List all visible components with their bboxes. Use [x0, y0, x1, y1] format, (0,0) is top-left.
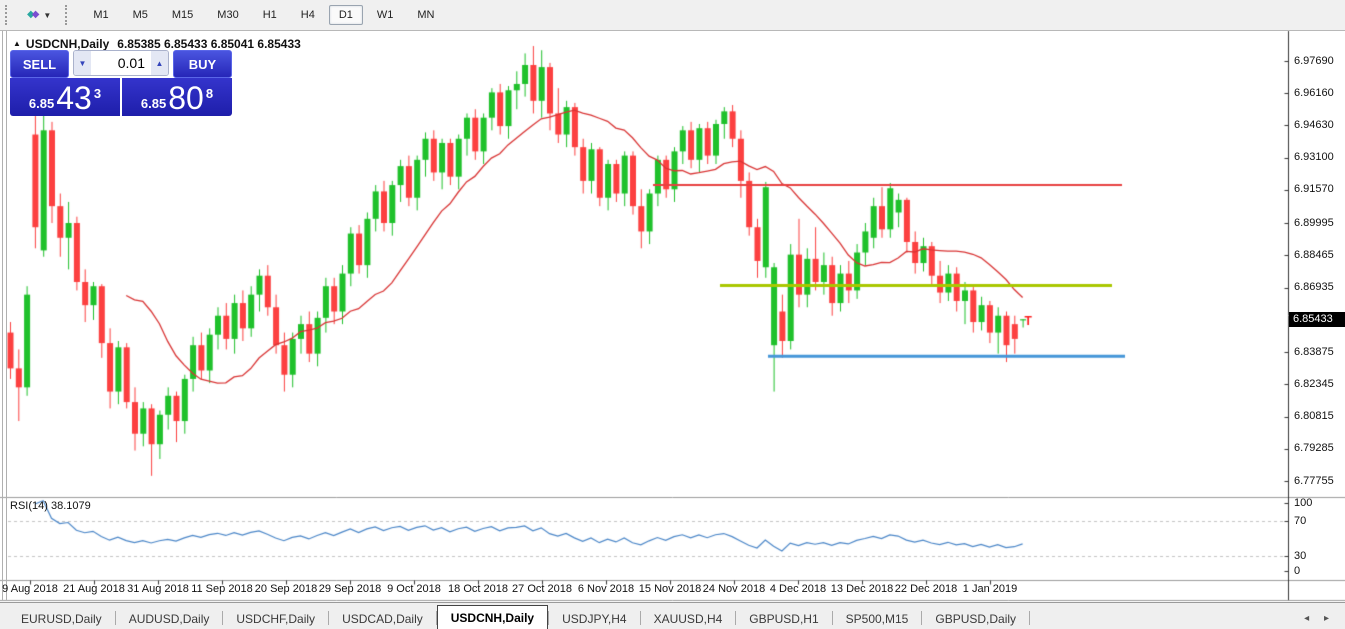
- date-axis-label: 13 Dec 2018: [831, 583, 893, 595]
- date-axis-label: 4 Dec 2018: [770, 583, 826, 595]
- date-axis-label: 11 Sep 2018: [191, 583, 253, 595]
- toolbar-grip[interactable]: [5, 5, 12, 25]
- indicators-button[interactable]: ◆ ◆ ▼: [23, 8, 55, 22]
- buy-button[interactable]: BUY: [173, 50, 232, 78]
- volume-input[interactable]: [91, 51, 151, 75]
- date-axis-label: 20 Sep 2018: [255, 583, 317, 595]
- rsi-axis-label: 0: [1294, 565, 1300, 577]
- timeframe-button-d1[interactable]: D1: [329, 5, 363, 25]
- symbol-tab-eurusd[interactable]: EURUSD,Daily: [8, 608, 115, 629]
- buy-price-point: 8: [206, 78, 213, 110]
- timeframe-toolbar: ◆ ◆ ▼ M1M5M15M30H1H4D1W1MN: [0, 0, 1345, 31]
- price-axis-label: 6.86935: [1294, 281, 1334, 293]
- buy-quote[interactable]: 6.85 80 8: [122, 78, 232, 116]
- symbol-tab-bar: EURUSD,DailyAUDUSD,DailyUSDCHF,DailyUSDC…: [0, 602, 1345, 629]
- timeframe-button-m1[interactable]: M1: [83, 5, 118, 25]
- sell-price-prefix: 6.85: [29, 95, 54, 113]
- date-axis-label: 1 Jan 2019: [963, 583, 1017, 595]
- price-axis-label: 6.96160: [1294, 87, 1334, 99]
- symbol-tab-gbpusd[interactable]: GBPUSD,H1: [736, 608, 831, 629]
- price-axis-label: 6.83875: [1294, 346, 1334, 358]
- price-axis-label: 6.93100: [1294, 151, 1334, 163]
- sell-quote[interactable]: 6.85 43 3: [10, 78, 120, 116]
- rsi-axis-label: 70: [1294, 515, 1306, 527]
- sell-price-point: 3: [94, 78, 101, 110]
- symbol-tab-usdjpy[interactable]: USDJPY,H4: [549, 608, 639, 629]
- window-border-left: [2, 31, 3, 600]
- price-axis-label: 6.97690: [1294, 55, 1334, 67]
- price-axis-label: 6.94630: [1294, 119, 1334, 131]
- date-axis-label: 21 Aug 2018: [63, 583, 125, 595]
- timeframe-button-m30[interactable]: M30: [207, 5, 248, 25]
- timeframe-button-m15[interactable]: M15: [162, 5, 203, 25]
- buy-price-pips: 80: [168, 83, 204, 113]
- date-axis-label: 31 Aug 2018: [127, 583, 189, 595]
- timeframe-group: M1M5M15M30H1H4D1W1MN: [81, 5, 446, 25]
- price-axis-label: 6.80815: [1294, 410, 1334, 422]
- timeframe-button-w1[interactable]: W1: [367, 5, 404, 25]
- symbol-tab-sp500[interactable]: SP500,M15: [833, 608, 922, 629]
- rsi-indicator-label: RSI(14) 38.1079: [10, 500, 91, 512]
- price-axis-label: 6.82345: [1294, 378, 1334, 390]
- timeframe-button-h4[interactable]: H4: [291, 5, 325, 25]
- timeframe-button-h1[interactable]: H1: [253, 5, 287, 25]
- tab-separator: [1029, 611, 1030, 625]
- collapse-triangle-icon[interactable]: ▲: [13, 39, 21, 48]
- purple-diamond-icon: ◆: [32, 10, 40, 20]
- date-axis-label: 9 Aug 2018: [2, 583, 58, 595]
- date-axis-label: 29 Sep 2018: [319, 583, 381, 595]
- chart-title: ▲ USDCNH,Daily 6.85385 6.85433 6.85041 6.8…: [13, 37, 301, 51]
- symbol-tab-xauusd[interactable]: XAUUSD,H4: [641, 608, 736, 629]
- sell-button[interactable]: SELL: [10, 50, 69, 78]
- buy-price-prefix: 6.85: [141, 95, 166, 113]
- ohlc-readout: 6.85385 6.85433 6.85041 6.85433: [117, 37, 301, 51]
- one-click-trading-panel: SELL ▼ ▲ BUY 6.85 43 3 6.85 80 8: [10, 50, 232, 116]
- sell-price-pips: 43: [56, 83, 92, 113]
- window-border-left-inner: [6, 31, 7, 600]
- price-axis-label: 6.79285: [1294, 442, 1334, 454]
- price-axis-label: 6.91570: [1294, 183, 1334, 195]
- date-axis-label: 6 Nov 2018: [578, 583, 634, 595]
- volume-stepper: ▼ ▲: [73, 50, 169, 76]
- symbol-tab-usdcad[interactable]: USDCAD,Daily: [329, 608, 436, 629]
- date-axis-label: 27 Oct 2018: [512, 583, 572, 595]
- terminal-window: ◆ ◆ ▼ M1M5M15M30H1H4D1W1MN ▲ USDCNH,Daily…: [0, 0, 1345, 629]
- tab-scroll-arrows[interactable]: ◂ ▸: [1304, 613, 1345, 624]
- rsi-axis-label: 30: [1294, 550, 1306, 562]
- symbol-name: USDCNH,Daily: [26, 37, 109, 51]
- price-axis-label: 6.88465: [1294, 249, 1334, 261]
- symbol-tab-audusd[interactable]: AUDUSD,Daily: [116, 608, 223, 629]
- date-axis-label: 18 Oct 2018: [448, 583, 508, 595]
- symbol-tab-usdcnh[interactable]: USDCNH,Daily: [437, 605, 548, 629]
- toolbar-grip[interactable]: [65, 5, 72, 25]
- date-axis-label: 15 Nov 2018: [639, 583, 701, 595]
- volume-increase-button[interactable]: ▲: [151, 51, 168, 75]
- date-axis-label: 22 Dec 2018: [895, 583, 957, 595]
- price-axis-label: 6.77755: [1294, 475, 1334, 487]
- date-axis-label: 24 Nov 2018: [703, 583, 765, 595]
- timeframe-button-m5[interactable]: M5: [123, 5, 158, 25]
- symbol-tab-gbpusd[interactable]: GBPUSD,Daily: [922, 608, 1029, 629]
- current-price-badge: 6.85433: [1289, 312, 1345, 327]
- volume-decrease-button[interactable]: ▼: [74, 51, 91, 75]
- price-axis-label: 6.89995: [1294, 217, 1334, 229]
- symbol-tab-usdchf[interactable]: USDCHF,Daily: [223, 608, 328, 629]
- rsi-axis-label: 100: [1294, 497, 1312, 509]
- timeframe-button-mn[interactable]: MN: [407, 5, 444, 25]
- date-axis-label: 9 Oct 2018: [387, 583, 441, 595]
- chevron-down-icon: ▼: [43, 11, 51, 20]
